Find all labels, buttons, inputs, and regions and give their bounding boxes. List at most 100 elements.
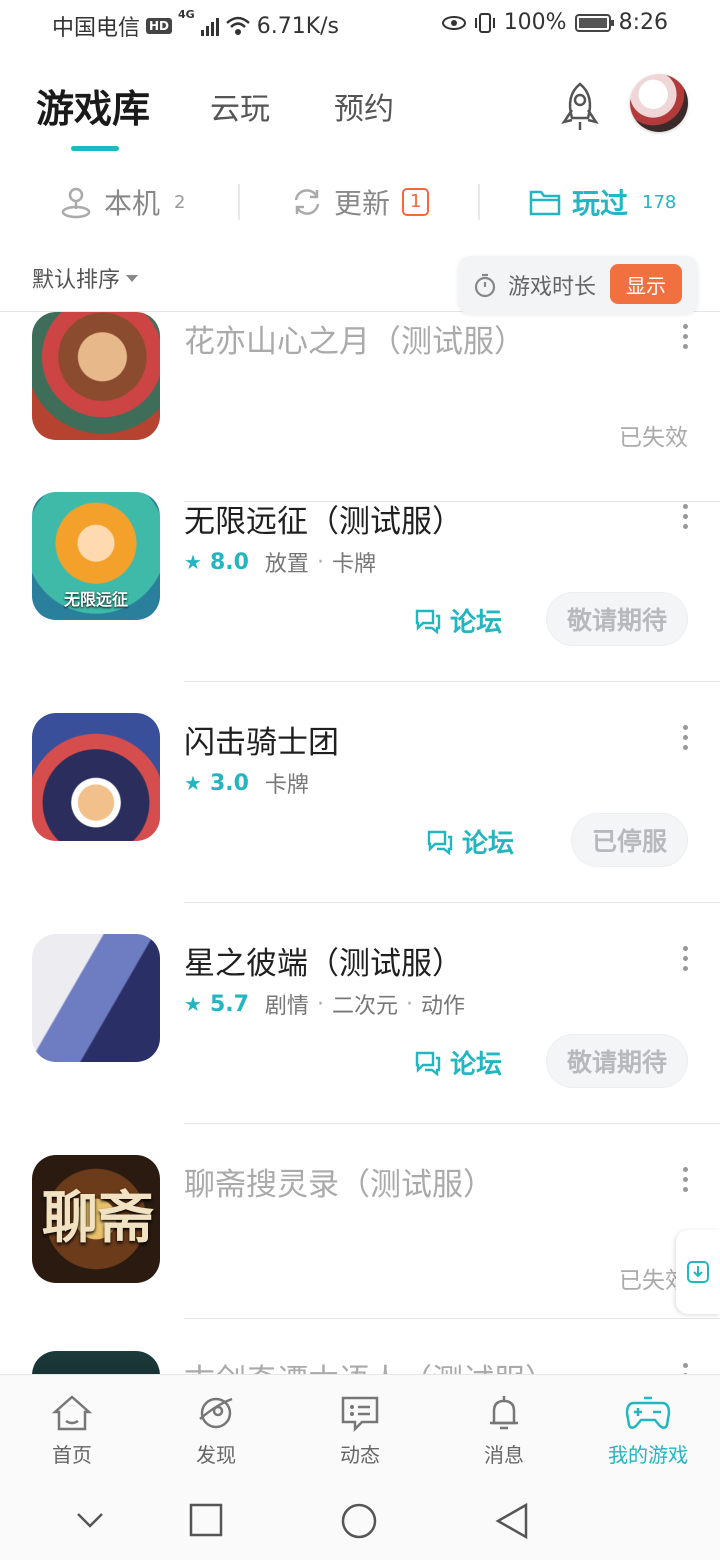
game-title: 无限远征（测试服） bbox=[184, 504, 463, 540]
game-tag: 放置 bbox=[264, 552, 309, 577]
star-icon: ★ bbox=[184, 992, 202, 1016]
tab-cloud-play[interactable]: 云玩 bbox=[210, 84, 270, 128]
nav-home[interactable]: 首页 bbox=[17, 1393, 127, 1468]
icon-caption: 聊斋 bbox=[42, 1185, 154, 1251]
filter-update[interactable]: 更新 1 bbox=[290, 182, 430, 222]
chat-icon bbox=[427, 830, 453, 855]
chat-icon bbox=[415, 609, 441, 634]
game-icon[interactable]: 无限远征 bbox=[32, 492, 160, 620]
tab-game-library[interactable]: 游戏库 bbox=[36, 78, 150, 133]
eye-icon bbox=[441, 15, 466, 30]
update-count-badge: 1 bbox=[402, 188, 430, 216]
game-title: 聊斋搜灵录（测试服） bbox=[184, 1167, 494, 1203]
game-icon[interactable] bbox=[32, 713, 160, 841]
filter-played-label: 玩过 bbox=[572, 187, 629, 220]
more-options-icon[interactable] bbox=[683, 725, 688, 750]
sort-label: 默认排序 bbox=[32, 268, 121, 293]
nav-feed[interactable]: 动态 bbox=[305, 1393, 415, 1468]
rocket-icon[interactable] bbox=[552, 78, 608, 134]
list-item[interactable]: 闪击骑士团 ★ 3.0 卡牌 论坛 已停服 bbox=[0, 681, 720, 903]
separator-dot: · bbox=[316, 549, 324, 575]
forum-button[interactable]: 论坛 bbox=[426, 823, 514, 860]
game-tag: 剧情 bbox=[264, 994, 309, 1019]
separator-dot: · bbox=[405, 991, 413, 1017]
forum-label: 论坛 bbox=[450, 608, 503, 638]
discover-icon bbox=[199, 1397, 233, 1429]
game-title: 古剑奇谭木语人（测试服） bbox=[184, 1355, 556, 1374]
list-item[interactable]: 星之彼端（测试服） ★ 5.7 剧情 · 二次元 · 动作 论坛 敬请期待 bbox=[0, 902, 720, 1124]
sort-dropdown[interactable]: 默认排序 bbox=[32, 262, 139, 294]
game-icon[interactable] bbox=[32, 312, 160, 440]
forum-label: 论坛 bbox=[450, 1050, 503, 1080]
bottom-nav: 首页 发现 动态 消息 我的游戏 bbox=[0, 1374, 720, 1484]
icon-caption: 无限远征 bbox=[63, 590, 128, 609]
divider bbox=[238, 184, 240, 220]
game-tag: 卡牌 bbox=[264, 773, 309, 798]
game-meta: ★ 3.0 卡牌 bbox=[184, 767, 309, 799]
network-speed: 6.71K/s bbox=[256, 13, 340, 39]
game-icon[interactable] bbox=[32, 1351, 160, 1374]
folder-icon bbox=[529, 190, 561, 216]
game-icon[interactable] bbox=[32, 934, 160, 1062]
filter-played-count: 178 bbox=[642, 191, 677, 213]
vibrate-icon bbox=[474, 12, 495, 33]
avatar[interactable] bbox=[630, 74, 688, 132]
floating-download-tab[interactable] bbox=[676, 1230, 720, 1314]
game-meta: ★ 8.0 放置 · 卡牌 bbox=[184, 546, 376, 578]
carrier-label: 中国电信 bbox=[52, 16, 141, 41]
tab-reservation[interactable]: 预约 bbox=[334, 84, 394, 128]
game-rating: 3.0 bbox=[209, 770, 249, 796]
more-options-icon[interactable] bbox=[683, 1167, 688, 1192]
list-item[interactable]: 聊斋 聊斋搜灵录（测试服） 已失效 bbox=[0, 1123, 720, 1319]
feed-icon bbox=[341, 1396, 379, 1433]
star-icon: ★ bbox=[184, 550, 202, 574]
game-icon[interactable]: 聊斋 bbox=[32, 1155, 160, 1283]
service-stopped-button[interactable]: 已停服 bbox=[570, 813, 688, 867]
game-status: 已失效 bbox=[619, 425, 688, 451]
person-pin-icon bbox=[61, 187, 91, 219]
more-options-icon[interactable] bbox=[683, 1363, 688, 1374]
nav-my-games[interactable]: 我的游戏 bbox=[593, 1393, 703, 1468]
network-type: 4G bbox=[178, 8, 195, 21]
chevron-down-icon[interactable] bbox=[74, 1502, 106, 1538]
star-icon: ★ bbox=[184, 771, 202, 795]
nav-messages-label: 消息 bbox=[484, 1443, 524, 1467]
game-meta: ★ 5.7 剧情 · 二次元 · 动作 bbox=[184, 988, 465, 1020]
game-rating: 5.7 bbox=[209, 991, 249, 1017]
more-options-icon[interactable] bbox=[683, 324, 688, 349]
recents-square-icon[interactable] bbox=[188, 1502, 224, 1538]
nav-discover[interactable]: 发现 bbox=[161, 1393, 271, 1468]
game-tag: 二次元 bbox=[331, 994, 398, 1019]
filter-local[interactable]: 本机 2 bbox=[58, 182, 185, 222]
wifi-icon bbox=[225, 16, 250, 35]
home-circle-icon[interactable] bbox=[340, 1502, 378, 1540]
battery-icon bbox=[574, 13, 614, 32]
separator-dot: · bbox=[316, 991, 324, 1017]
show-duration-button[interactable]: 显示 bbox=[610, 264, 682, 304]
list-item[interactable]: 无限远征 无限远征（测试服） ★ 8.0 放置 · 卡牌 论坛 敬请期待 bbox=[0, 460, 720, 682]
forum-button[interactable]: 论坛 bbox=[414, 602, 502, 639]
play-duration-label: 游戏时长 bbox=[508, 275, 597, 300]
status-bar: 中国电信 HD 4G 6.71K/s 100% 8:26 bbox=[0, 0, 720, 50]
nav-discover-label: 发现 bbox=[196, 1443, 236, 1467]
game-tag: 卡牌 bbox=[331, 552, 376, 577]
bell-icon bbox=[490, 1396, 518, 1430]
stay-tuned-button[interactable]: 敬请期待 bbox=[545, 592, 688, 646]
nav-my-games-label: 我的游戏 bbox=[608, 1443, 688, 1467]
stay-tuned-button[interactable]: 敬请期待 bbox=[545, 1034, 688, 1088]
more-options-icon[interactable] bbox=[683, 946, 688, 971]
tab-underline bbox=[71, 146, 119, 151]
chat-icon bbox=[415, 1051, 441, 1076]
forum-label: 论坛 bbox=[462, 829, 515, 859]
back-triangle-icon[interactable] bbox=[494, 1502, 530, 1540]
forum-button[interactable]: 论坛 bbox=[414, 1044, 502, 1081]
game-list: 花亦山心之月（测试服） 已失效 无限远征 无限远征（测试服） ★ 8.0 放置 … bbox=[0, 311, 720, 1374]
hd-badge: HD bbox=[146, 18, 173, 34]
play-duration-panel: 游戏时长 显示 bbox=[458, 256, 698, 314]
filter-played[interactable]: 玩过 178 bbox=[528, 182, 676, 222]
more-options-icon[interactable] bbox=[683, 504, 688, 529]
nav-messages[interactable]: 消息 bbox=[449, 1393, 559, 1468]
caret-down-icon bbox=[126, 274, 139, 282]
list-item[interactable]: 古剑奇谭木语人（测试服） bbox=[0, 1319, 720, 1374]
refresh-icon bbox=[294, 189, 320, 215]
